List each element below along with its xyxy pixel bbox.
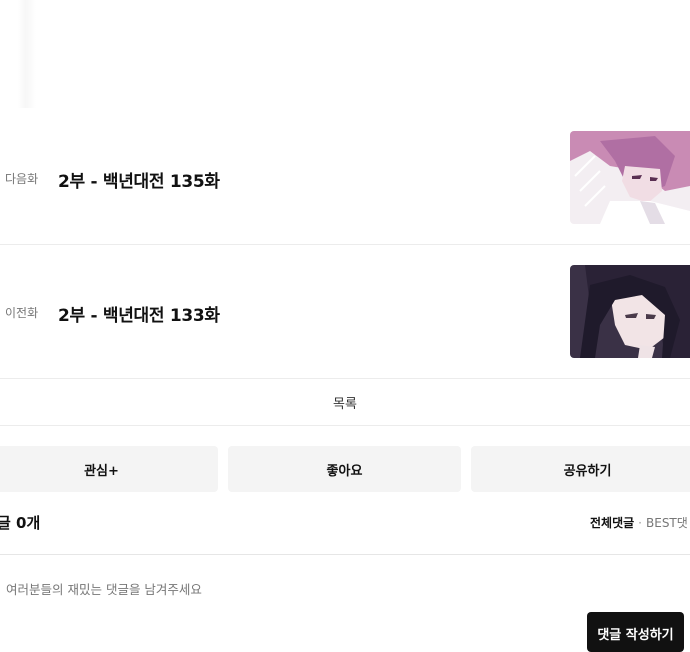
write-comment-label: 댓글 작성하기: [597, 628, 674, 643]
tab-all-comments[interactable]: 전체댓글: [590, 516, 634, 530]
webtoon-panel-edge: [18, 0, 36, 108]
comment-header: 글 0개 전체댓글 · BEST댓: [0, 508, 690, 555]
thumbnail-dark-hair-character: [570, 265, 690, 358]
comment-count: 글 0개: [0, 514, 41, 532]
next-episode-thumbnail[interactable]: [570, 131, 690, 224]
episode-list-button[interactable]: 목록: [0, 379, 690, 426]
previous-episode-link[interactable]: 이전화 2부 - 백년대전 133화: [0, 244, 690, 379]
comment-input[interactable]: 여러분들의 재밌는 댓글을 남겨주세요: [6, 579, 202, 598]
share-label: 공유하기: [563, 463, 612, 479]
like-label: 좋아요: [326, 463, 363, 479]
previous-episode-label: 이전화: [5, 306, 39, 320]
thumbnail-pink-hair-character: [570, 131, 690, 224]
action-bar: 관심+ 좋아요 공유하기: [0, 446, 690, 492]
tab-best-comments[interactable]: BEST댓: [646, 516, 688, 530]
favorite-button[interactable]: 관심+: [0, 446, 218, 492]
write-comment-button[interactable]: 댓글 작성하기: [587, 612, 684, 652]
previous-episode-title: 2부 - 백년대전 133화: [58, 306, 220, 326]
share-button[interactable]: 공유하기: [471, 446, 690, 492]
next-episode-label: 다음화: [5, 172, 39, 186]
next-episode-title: 2부 - 백년대전 135화: [58, 172, 220, 192]
comment-placeholder: 여러분들의 재밌는 댓글을 남겨주세요: [6, 582, 202, 597]
previous-episode-thumbnail[interactable]: [570, 265, 690, 358]
episode-list-label: 목록: [333, 396, 357, 412]
tab-separator: ·: [638, 516, 642, 530]
like-button[interactable]: 좋아요: [228, 446, 461, 492]
favorite-label: 관심+: [84, 463, 119, 479]
comment-tabs: 전체댓글 · BEST댓: [590, 514, 690, 531]
next-episode-link[interactable]: 다음화 2부 - 백년대전 135화: [0, 110, 690, 245]
